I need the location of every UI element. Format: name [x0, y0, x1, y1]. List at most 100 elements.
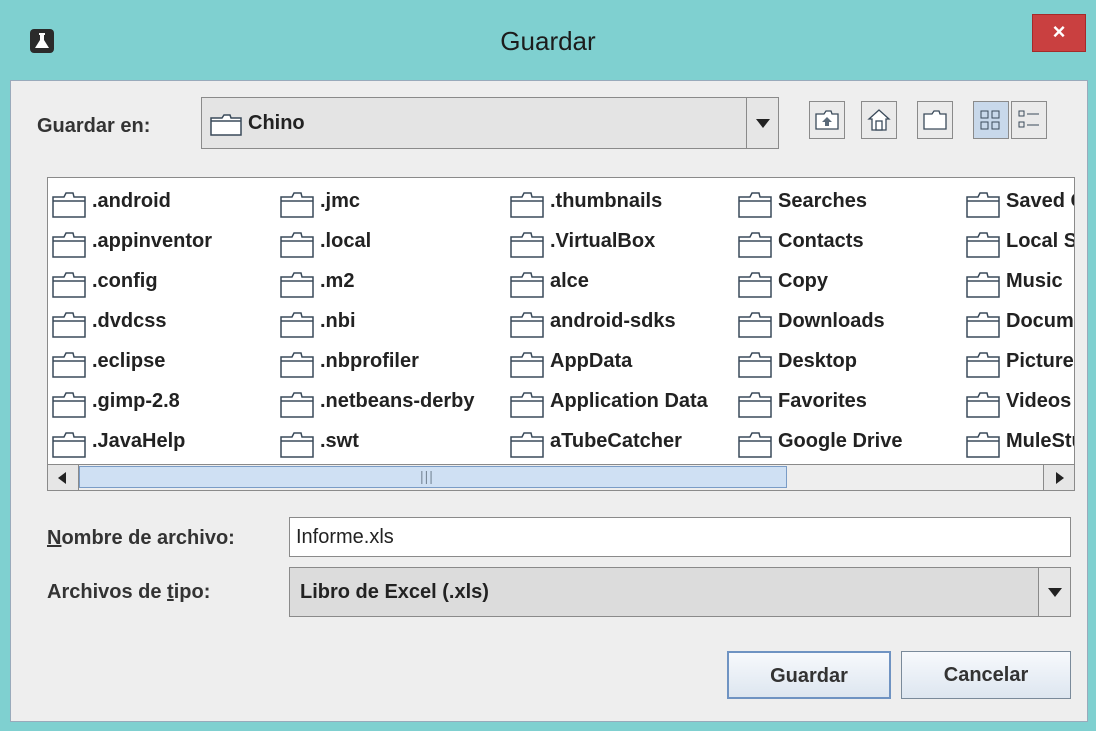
file-list[interactable]: .android .appinventor .config .dvdcss .eclip… — [47, 177, 1075, 491]
filetype-label: Archivos de tipo: — [47, 581, 211, 603]
filename-field[interactable] — [289, 517, 1071, 557]
file-name: .jmc — [320, 190, 361, 212]
file-name: Documents — [1006, 310, 1074, 332]
file-name: Pictures — [1006, 350, 1074, 372]
folder-icon — [738, 432, 772, 458]
save-in-label: Guardar en: — [37, 115, 151, 137]
list-view-icon — [980, 110, 1000, 130]
home-button[interactable] — [861, 101, 897, 139]
folder-icon — [966, 312, 1000, 338]
file-name: Local Settings — [1006, 230, 1074, 252]
save-button[interactable]: Guardar — [727, 651, 891, 699]
folder-icon — [210, 114, 242, 136]
cancel-button[interactable]: Cancelar — [901, 651, 1071, 699]
file-name: Videos — [1006, 390, 1072, 412]
folder-icon — [280, 312, 314, 338]
folder-icon — [966, 392, 1000, 418]
file-name: alce — [550, 270, 589, 292]
file-name: .eclipse — [92, 350, 166, 372]
list-view-button[interactable] — [973, 101, 1009, 139]
file-name: .gimp-2.8 — [92, 390, 180, 412]
file-name: .m2 — [320, 270, 355, 292]
file-name: Application Data — [550, 390, 708, 412]
file-name: Downloads — [778, 310, 885, 332]
folder-icon — [280, 192, 314, 218]
file-name: Copy — [778, 270, 828, 292]
folder-icon — [738, 192, 772, 218]
horizontal-scrollbar[interactable] — [48, 464, 1074, 490]
folder-icon — [966, 432, 1000, 458]
new-folder-icon — [923, 110, 947, 130]
folder-icon — [280, 432, 314, 458]
chevron-down-icon[interactable] — [746, 98, 778, 148]
file-name: .netbeans-derby — [320, 390, 475, 412]
folder-icon — [966, 352, 1000, 378]
folder-icon — [510, 312, 544, 338]
file-name: .nbprofiler — [320, 350, 419, 372]
file-name: Searches — [778, 190, 867, 212]
file-name: .local — [320, 230, 372, 252]
folder-icon — [966, 232, 1000, 258]
home-icon — [867, 109, 891, 131]
folder-icon — [52, 432, 86, 458]
file-name: .thumbnails — [550, 190, 663, 212]
title-bar[interactable]: Guardar × — [0, 0, 1096, 80]
folder-icon — [510, 352, 544, 378]
filetype-value: Libro de Excel (.xls) — [300, 581, 489, 603]
file-name: MuleStudio — [1006, 430, 1074, 452]
folder-icon — [52, 232, 86, 258]
location-combo[interactable]: Chino — [201, 97, 779, 149]
folder-icon — [738, 232, 772, 258]
new-folder-button[interactable] — [917, 101, 953, 139]
file-name: .swt — [320, 430, 359, 452]
folder-icon — [52, 392, 86, 418]
file-name: .config — [92, 270, 158, 292]
folder-icon — [52, 352, 86, 378]
chevron-down-icon[interactable] — [1038, 568, 1070, 616]
folder-icon — [510, 192, 544, 218]
folder-icon — [52, 312, 86, 338]
file-name: Desktop — [778, 350, 857, 372]
details-view-button[interactable] — [1011, 101, 1047, 139]
file-name: android-sdks — [550, 310, 676, 332]
filename-label: Nombre de archivo: — [47, 527, 235, 549]
file-name: .android — [92, 190, 171, 212]
file-name: Google Drive — [778, 430, 903, 452]
file-name: .dvdcss — [92, 310, 167, 332]
save-dialog: Guardar × Guardar en: Chino .android .app… — [0, 0, 1096, 731]
folder-icon — [966, 192, 1000, 218]
file-name: .VirtualBox — [550, 230, 656, 252]
folder-icon — [738, 352, 772, 378]
folder-icon — [738, 312, 772, 338]
scroll-left-arrow-icon[interactable] — [48, 465, 79, 490]
folder-icon — [280, 392, 314, 418]
folder-icon — [280, 232, 314, 258]
details-view-icon — [1018, 110, 1039, 128]
folder-icon — [52, 192, 86, 218]
file-name: .appinventor — [92, 230, 213, 252]
file-name: Saved Games — [1006, 190, 1074, 212]
filename-input[interactable] — [290, 518, 1070, 556]
file-name: .nbi — [320, 310, 356, 332]
dialog-content: Guardar en: Chino .android .appinventor .c… — [10, 80, 1088, 722]
folder-icon — [738, 392, 772, 418]
file-name: .JavaHelp — [92, 430, 186, 452]
scroll-right-arrow-icon[interactable] — [1043, 465, 1074, 490]
scrollbar-thumb[interactable] — [79, 466, 787, 488]
folder-icon — [510, 232, 544, 258]
file-name: Favorites — [778, 390, 867, 412]
folder-icon — [738, 272, 772, 298]
folder-icon — [510, 392, 544, 418]
folder-icon — [280, 272, 314, 298]
window-title: Guardar — [500, 26, 596, 56]
file-name: aTubeCatcher — [550, 430, 682, 452]
up-one-level-button[interactable] — [809, 101, 845, 139]
folder-icon — [510, 432, 544, 458]
folder-icon — [280, 352, 314, 378]
folder-icon — [52, 272, 86, 298]
folder-icon — [966, 272, 1000, 298]
up-one-level-icon — [815, 110, 839, 130]
close-button[interactable]: × — [1032, 14, 1086, 52]
file-name: Music — [1006, 270, 1063, 292]
filetype-combo[interactable]: Libro de Excel (.xls) — [289, 567, 1071, 617]
